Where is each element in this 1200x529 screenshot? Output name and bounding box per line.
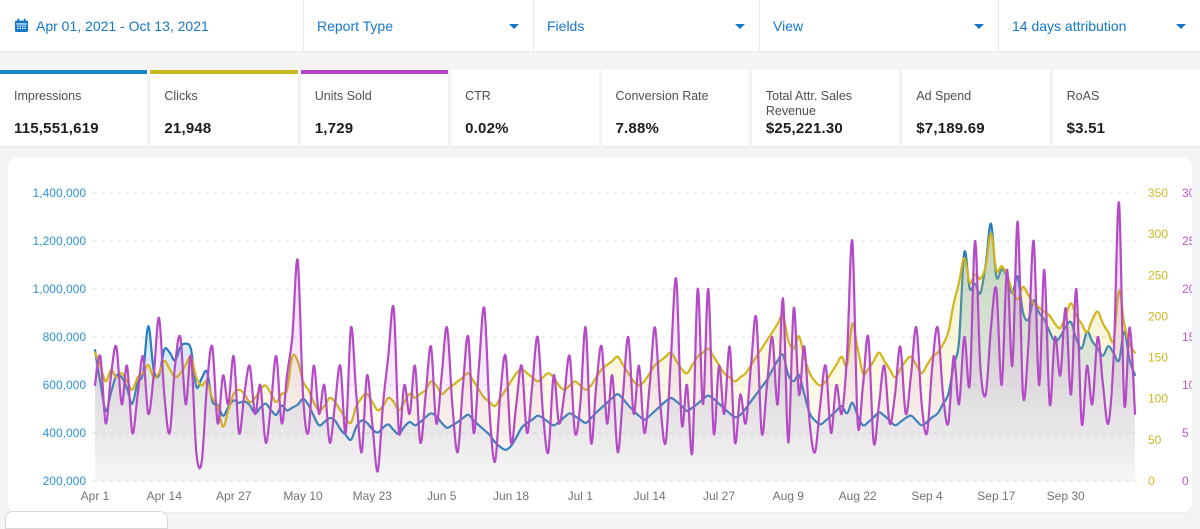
metric-label: Clicks xyxy=(164,89,297,120)
metric-value: $25,221.30 xyxy=(766,120,899,137)
right-axis1-tick-labels: 0 50 100 150 200 250 300 350 xyxy=(1148,186,1168,488)
metric-label: Impressions xyxy=(14,89,147,120)
metric-label: Conversion Rate xyxy=(616,89,749,120)
metric-value: 7.88% xyxy=(616,120,749,137)
svg-text:Jun 5: Jun 5 xyxy=(427,489,457,503)
metric-value: 1,729 xyxy=(315,120,448,137)
report-type-label: Report Type xyxy=(304,18,393,34)
metric-card-roas[interactable]: RoAS $3.51 xyxy=(1053,70,1200,146)
metric-label: Total Attr. Sales Revenue xyxy=(766,89,899,120)
metric-card-total-attr-sales-revenue[interactable]: Total Attr. Sales Revenue $25,221.30 xyxy=(752,70,899,146)
next-card-peek xyxy=(5,511,168,529)
svg-text:5: 5 xyxy=(1182,426,1189,440)
svg-text:Apr 14: Apr 14 xyxy=(147,489,183,503)
metric-value: 21,948 xyxy=(164,120,297,137)
chevron-down-icon xyxy=(509,24,519,29)
svg-text:50: 50 xyxy=(1148,433,1162,447)
svg-text:100: 100 xyxy=(1148,392,1168,406)
metric-card-conversion-rate[interactable]: Conversion Rate 7.88% xyxy=(602,70,749,146)
svg-text:10: 10 xyxy=(1182,378,1192,392)
attribution-dropdown[interactable]: 14 days attribution xyxy=(998,0,1200,51)
metric-label: Ad Spend xyxy=(916,89,1049,120)
svg-text:May 23: May 23 xyxy=(353,489,393,503)
svg-text:Sep 17: Sep 17 xyxy=(977,489,1015,503)
svg-text:Aug 22: Aug 22 xyxy=(839,489,877,503)
svg-text:Jul 14: Jul 14 xyxy=(634,489,666,503)
report-type-dropdown[interactable]: Report Type xyxy=(303,0,533,51)
svg-text:0: 0 xyxy=(1182,474,1189,488)
metric-label: RoAS xyxy=(1067,89,1200,120)
chevron-down-icon xyxy=(1176,24,1186,29)
svg-text:Aug 9: Aug 9 xyxy=(773,489,805,503)
svg-text:20: 20 xyxy=(1182,282,1192,296)
x-axis-tick-labels: Apr 1 Apr 14 Apr 27 May 10 May 23 Jun 5 Jun 18… xyxy=(81,489,1085,503)
svg-text:1,400,000: 1,400,000 xyxy=(33,186,87,200)
svg-text:0: 0 xyxy=(1148,474,1155,488)
view-dropdown[interactable]: View xyxy=(759,0,998,51)
metric-value: $3.51 xyxy=(1067,120,1200,137)
right-axis2-tick-labels: 0 5 10 15 20 25 30 xyxy=(1182,186,1192,488)
metric-card-ctr[interactable]: CTR 0.02% xyxy=(451,70,598,146)
svg-text:1,000,000: 1,000,000 xyxy=(33,282,87,296)
chevron-down-icon xyxy=(974,24,984,29)
metric-value: 0.02% xyxy=(465,120,598,137)
left-axis-tick-labels: 200,000 400,000 600,000 800,000 1,000,000 1,2… xyxy=(33,186,87,488)
svg-text:May 10: May 10 xyxy=(283,489,323,503)
metric-card-clicks[interactable]: Clicks 21,948 xyxy=(150,70,297,146)
view-label: View xyxy=(760,18,803,34)
svg-text:25: 25 xyxy=(1182,234,1192,248)
date-range-picker[interactable]: Apr 01, 2021 - Oct 13, 2021 xyxy=(0,0,303,51)
metric-card-units-sold[interactable]: Units Sold 1,729 xyxy=(301,70,448,146)
metric-card-ad-spend[interactable]: Ad Spend $7,189.69 xyxy=(902,70,1049,146)
svg-text:Apr 27: Apr 27 xyxy=(216,489,252,503)
svg-text:200,000: 200,000 xyxy=(43,474,87,488)
svg-text:350: 350 xyxy=(1148,186,1168,200)
metric-label: CTR xyxy=(465,89,598,120)
fields-label: Fields xyxy=(534,18,584,34)
svg-text:Jul 27: Jul 27 xyxy=(703,489,735,503)
time-series-chart-card: 200,000 400,000 600,000 800,000 1,000,000 1,2… xyxy=(8,158,1192,512)
svg-text:400,000: 400,000 xyxy=(43,426,87,440)
svg-text:Apr 1: Apr 1 xyxy=(81,489,110,503)
svg-text:600,000: 600,000 xyxy=(43,378,87,392)
metric-value: $7,189.69 xyxy=(916,120,1049,137)
time-series-chart[interactable]: 200,000 400,000 600,000 800,000 1,000,000 1,2… xyxy=(8,158,1192,512)
svg-text:Sep 30: Sep 30 xyxy=(1047,489,1085,503)
metric-value: 115,551,619 xyxy=(14,120,147,137)
svg-text:Jun 18: Jun 18 xyxy=(493,489,529,503)
svg-text:200: 200 xyxy=(1148,309,1168,323)
svg-text:30: 30 xyxy=(1182,186,1192,200)
svg-text:Sep 4: Sep 4 xyxy=(911,489,943,503)
fields-dropdown[interactable]: Fields xyxy=(533,0,759,51)
svg-text:1,200,000: 1,200,000 xyxy=(33,234,87,248)
svg-text:800,000: 800,000 xyxy=(43,330,87,344)
svg-text:Jul 1: Jul 1 xyxy=(568,489,594,503)
metric-cards-row: Impressions 115,551,619 Clicks 21,948 Un… xyxy=(0,70,1200,146)
toolbar: Apr 01, 2021 - Oct 13, 2021 Report Type … xyxy=(0,0,1200,52)
svg-text:150: 150 xyxy=(1148,351,1168,365)
svg-text:300: 300 xyxy=(1148,227,1168,241)
series-units-sold xyxy=(95,202,1135,481)
metric-label: Units Sold xyxy=(315,89,448,120)
calendar-icon xyxy=(14,18,29,33)
date-range-label: Apr 01, 2021 - Oct 13, 2021 xyxy=(36,18,209,34)
svg-text:250: 250 xyxy=(1148,268,1168,282)
svg-text:15: 15 xyxy=(1182,330,1192,344)
attribution-label: 14 days attribution xyxy=(999,18,1126,34)
metric-card-impressions[interactable]: Impressions 115,551,619 xyxy=(0,70,147,146)
chevron-down-icon xyxy=(735,24,745,29)
